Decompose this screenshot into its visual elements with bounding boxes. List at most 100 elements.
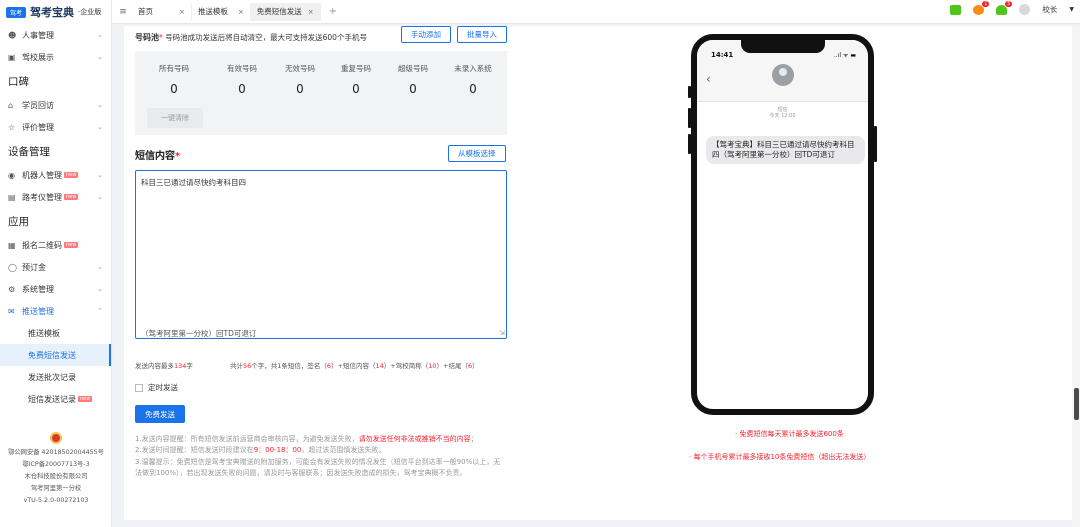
chevron-down-icon: ⌄ <box>97 285 103 293</box>
sidebar-item-label: 人事管理 <box>22 30 54 40</box>
clear-all-button[interactable]: 一键清除 <box>147 108 203 128</box>
close-icon[interactable]: × <box>308 8 314 16</box>
stat-label: 未录入系统 <box>454 64 492 73</box>
sms-content-textarea[interactable]: 科目三已通过请尽快约考科目四 （驾考阿里第一分校）回TD可退订 ⇲ <box>135 170 507 339</box>
contact-avatar-icon <box>772 64 794 86</box>
close-icon[interactable]: × <box>238 8 244 16</box>
sidebar-item-label: 学员回访 <box>22 100 54 110</box>
chevron-down-icon: ⌄ <box>97 263 103 271</box>
brand-logo[interactable]: 驾考 驾考宝典 ·企业版 <box>0 0 111 24</box>
sidebar-item-label: 驾校展示 <box>22 52 54 62</box>
sidebar-item-hr[interactable]: ☻ 人事管理 ⌄ <box>0 24 111 46</box>
message-icon[interactable] <box>950 4 962 15</box>
numbers-label: 号码池 <box>135 33 159 42</box>
add-tab-icon[interactable]: + <box>329 6 337 17</box>
new-badge: new <box>78 396 93 402</box>
required-mark: * <box>159 33 163 42</box>
new-badge: new <box>64 242 79 248</box>
tab-free-sms[interactable]: 免费短信发送 × <box>250 2 321 21</box>
sms-signature-text: （驾考阿里第一分校）回TD可退订 <box>141 329 257 338</box>
phone-time: 14:41 <box>711 51 734 59</box>
sidebar-item-label: 推送管理 <box>22 306 54 316</box>
sidebar-subitem-free-sms[interactable]: 免费短信发送 <box>0 344 111 366</box>
char-count-breakdown: 共计56个字，共1条短信，签名（6）+短信内容（14）+驾校简称（10）+结尾（… <box>230 360 479 370</box>
resize-handle-icon[interactable]: ⇲ <box>499 329 505 337</box>
note-warning: 9：00-18：00 <box>253 446 302 455</box>
footer-line: 木仓科技股份有限公司 <box>24 473 88 480</box>
notification-count: 1 <box>982 0 990 7</box>
tab-bar: ≡ 首页 × 推送模板 × 免费短信发送 × + 1 5 校长 ▼ <box>112 0 1080 24</box>
phone-status-icons: ..ıl ᯤ ▬ <box>833 52 856 59</box>
notification-count: 5 <box>1005 0 1013 7</box>
scrollbar-thumb[interactable] <box>1074 388 1079 420</box>
sidebar-subitem-push-template[interactable]: 推送模板 <box>0 322 111 344</box>
menu-toggle-icon[interactable]: ≡ <box>114 7 132 17</box>
tab-label: 首页 <box>138 7 153 16</box>
footer-info: 鄂公网安备 42018502004455号 鄂ICP备20007713号-3 木… <box>0 432 112 507</box>
schedule-checkbox[interactable] <box>135 383 143 392</box>
top-right-toolbar: 1 5 校长 ▼ <box>950 0 1074 15</box>
group-title-reputation: 口碑 <box>8 75 29 88</box>
brand-mark-icon: 驾考 <box>6 6 26 18</box>
template-select-button[interactable]: 从模板选择 <box>448 145 506 162</box>
sidebar-item-reviews[interactable]: ☆ 评价管理 ⌄ <box>0 116 111 138</box>
sidebar-subitem-batch-records[interactable]: 发送批次记录 <box>0 366 111 388</box>
chevron-down-icon: ⌄ <box>97 53 103 61</box>
chevron-down-icon: ⌄ <box>97 193 103 201</box>
phone-preview: 14:41 ..ıl ᯤ ▬ ‹ 短信 今天 12:00 【驾考宝典】科目三已通… <box>691 34 874 415</box>
footer-line[interactable]: 鄂ICP备20007713号-3 <box>0 459 112 471</box>
page-scrollbar[interactable] <box>1072 26 1080 527</box>
sidebar-item-robot[interactable]: ◉ 机器人管理 new ⌄ <box>0 164 111 186</box>
footer-line: 驾考阿里第一分校 <box>30 485 82 492</box>
sidebar-item-deposit[interactable]: ◯ 预订金 ⌄ <box>0 256 111 278</box>
sidebar-subitem-sms-records[interactable]: 短信发送记录 new <box>0 388 111 410</box>
stat-valid: 有效号码 0 <box>212 63 272 96</box>
display-icon: ▣ <box>8 52 16 62</box>
stat-label: 有效号码 <box>227 64 257 73</box>
sidebar-item-student-visit[interactable]: ⌂ 学员回访 ⌄ <box>0 94 111 116</box>
device-icon: ▤ <box>8 192 16 202</box>
tab-label: 免费短信发送 <box>256 7 302 16</box>
stat-value: 0 <box>409 82 417 96</box>
batch-import-button[interactable]: 批量导入 <box>457 26 507 43</box>
sidebar-item-label: 评价管理 <box>22 122 54 132</box>
sidebar-item-label: 短信发送记录 <box>28 394 76 404</box>
sidebar-item-school-display[interactable]: ▣ 驾校展示 ⌄ <box>0 46 111 68</box>
footer-line[interactable]: 鄂公网安备 42018502004455号 <box>0 447 112 459</box>
tab-push-template[interactable]: 推送模板 × <box>192 2 251 21</box>
sidebar-item-push[interactable]: ✉ 推送管理 ⌃ <box>0 300 111 322</box>
caret-down-icon[interactable]: ▼ <box>1069 6 1074 13</box>
sidebar-item-qrcode[interactable]: ▦ 报名二维码 new <box>0 234 111 256</box>
star-icon: ☆ <box>8 122 16 132</box>
user-name[interactable]: 校长 <box>1042 4 1057 15</box>
free-send-button[interactable]: 免费发送 <box>135 405 185 423</box>
bell-icon[interactable]: 5 <box>996 0 1013 15</box>
stat-value: 0 <box>469 82 477 96</box>
chevron-down-icon: ⌄ <box>97 123 103 131</box>
note-2: 2.发送时间提醒：短信发送时段建议在9：00-18：00，超过该范围慎发送失败。 <box>135 445 507 456</box>
stat-value: 0 <box>170 82 178 96</box>
user-alert-icon[interactable]: 1 <box>973 0 990 15</box>
close-icon[interactable]: × <box>179 8 185 16</box>
sms-label-text: 短信内容 <box>135 151 175 162</box>
stat-unregistered: 未录入系统 0 <box>443 63 503 96</box>
stat-value: 0 <box>238 82 246 96</box>
group-title-devices: 设备管理 <box>8 145 50 158</box>
note-text: ； <box>470 435 478 443</box>
stat-all: 所有号码 0 <box>144 63 204 96</box>
required-mark: * <box>175 151 181 162</box>
numbers-label-row: 号码池* 号码池成功发送后将自动清空，最大可支持发送600个手机号 <box>135 32 367 43</box>
phone-notch <box>740 40 825 53</box>
sidebar-item-road-test[interactable]: ▤ 路考仪管理 new ⌄ <box>0 186 111 208</box>
brand-edition: ·企业版 <box>78 8 102 16</box>
avatar[interactable] <box>1019 4 1031 15</box>
new-badge: new <box>64 172 79 178</box>
sidebar-item-system[interactable]: ⚙ 系统管理 ⌄ <box>0 278 111 300</box>
stat-super: 超级号码 0 <box>383 63 443 96</box>
stat-value: 0 <box>296 82 304 96</box>
count-content: 14 <box>375 362 384 370</box>
manual-add-button[interactable]: 手动添加 <box>401 26 451 43</box>
tab-home[interactable]: 首页 × <box>132 2 192 21</box>
message-bubble: 【驾考宝典】科目三已通过请尽快约考科目四（驾考阿里第一分校）回TD可退订 <box>706 136 865 164</box>
schedule-row: 定时发送 <box>135 382 178 393</box>
